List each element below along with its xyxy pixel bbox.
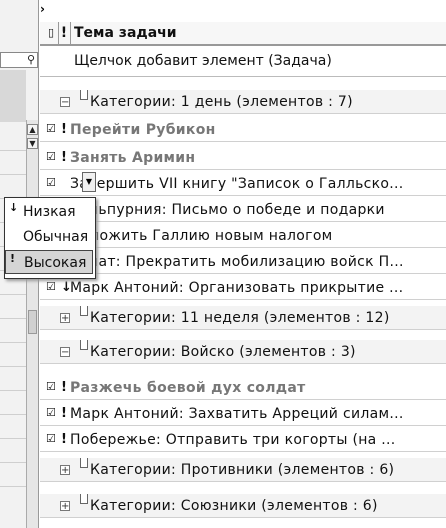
task-subject: Кальпурния: Письмо о победе и подарки: [70, 202, 385, 218]
task-icon: ☑: [46, 122, 57, 135]
importance-option-label: Высокая: [24, 255, 87, 271]
low-importance-icon: ↓: [9, 201, 19, 214]
task-row[interactable]: ☑ ↓ Марк Антоний: Организовать прикрытие .…: [40, 276, 446, 300]
importance-icon[interactable]: !: [61, 428, 67, 451]
column-header-type[interactable]: ▯: [44, 22, 59, 44]
importance-option-label: Низкая: [23, 204, 76, 220]
task-icon: ☑: [46, 380, 57, 393]
task-row[interactable]: ☑! Перейти Рубикон: [40, 118, 446, 142]
task-icon: ☑: [46, 280, 57, 293]
importance-option-normal[interactable]: Обычная: [5, 225, 93, 249]
document-icon: [80, 340, 88, 350]
task-row[interactable]: ☑! Разжечь боевой дух солдат: [40, 376, 446, 400]
expand-icon[interactable]: +: [60, 313, 70, 324]
category-group-label: Категории: 1 день (элементов : 7): [90, 94, 353, 110]
document-icon: [80, 458, 88, 468]
category-group-row[interactable]: − Категории: Войско (элементов : 3): [40, 340, 446, 364]
folder-pane-selection: [0, 70, 26, 122]
scroll-down-button[interactable]: ▼: [27, 138, 38, 149]
task-row[interactable]: ☑! Марк Антоний: Захватить Арреций силам.…: [40, 402, 446, 426]
document-icon: [80, 306, 88, 316]
category-group-label: Категории: Союзники (элементов : 6): [90, 498, 378, 514]
task-subject: Сенат: Прекратить мобилизацию войск П...: [70, 254, 404, 270]
category-group-label: Категории: Противники (элементов : 6): [90, 462, 395, 478]
importance-option-label: Обычная: [23, 229, 89, 245]
task-row[interactable]: ☑Кальпурния: Письмо о победе и подарки: [40, 198, 446, 222]
category-group-row[interactable]: + Категории: 11 неделя (элементов : 12): [40, 306, 446, 330]
chevron-icon[interactable]: ›: [40, 2, 45, 16]
scroll-thumb[interactable]: [28, 310, 37, 334]
new-task-row[interactable]: Щелчок добавит элемент (Задача): [40, 46, 446, 77]
scroll-up-button[interactable]: ▲: [27, 124, 38, 135]
task-subject: Побережье: Отправить три когорты (на ...: [70, 432, 396, 448]
folder-pane-scrollbar[interactable]: ▲ ▼: [26, 120, 38, 528]
task-row[interactable]: ☑Сенат: Прекратить мобилизацию войск П..…: [40, 250, 446, 274]
column-header-subject[interactable]: Тема задачи: [74, 22, 177, 44]
task-subject: Перейти Рубикон: [70, 122, 216, 138]
column-header-row: ▯ ! Тема задачи: [40, 22, 446, 46]
task-row[interactable]: ☑! Занять Аримин: [40, 146, 446, 170]
document-icon: [80, 494, 88, 504]
task-row[interactable]: ☑ Завершить VII книгу "Записок о Галльско…: [40, 172, 446, 196]
new-task-placeholder[interactable]: Щелчок добавит элемент (Задача): [74, 46, 332, 76]
task-subject: Обложить Галлию новым налогом: [70, 228, 333, 244]
high-importance-icon: !: [10, 252, 16, 265]
importance-icon[interactable]: !: [61, 376, 67, 399]
category-group-row[interactable]: + Категории: Союзники (элементов : 6): [40, 494, 446, 518]
task-row[interactable]: ☑Обложить Галлию новым налогом: [40, 224, 446, 248]
importance-dropdown: ↓ Низкая Обычная ! Высокая: [4, 197, 96, 279]
category-group-row[interactable]: − Категории: 1 день (элементов : 7): [40, 90, 446, 114]
task-icon: ☑: [46, 150, 57, 163]
task-subject: Завершить VII книгу "Записок о Галльско.…: [70, 176, 404, 192]
document-icon: [80, 90, 88, 100]
category-group-label: Категории: 11 неделя (элементов : 12): [90, 310, 390, 326]
task-subject: Разжечь боевой дух солдат: [70, 380, 306, 396]
importance-icon[interactable]: !: [61, 402, 67, 425]
category-group-row[interactable]: + Категории: Противники (элементов : 6): [40, 458, 446, 482]
task-subject: Марк Антоний: Захватить Арреций силам...: [70, 406, 404, 422]
task-row[interactable]: ☑! Побережье: Отправить три когорты (на .…: [40, 428, 446, 452]
importance-dropdown-arrow[interactable]: ▼: [82, 172, 96, 192]
task-subject: Занять Аримин: [70, 150, 196, 166]
collapse-icon[interactable]: −: [60, 97, 70, 108]
magnifier-icon[interactable]: ⚲: [27, 53, 35, 67]
category-group-label: Категории: Войско (элементов : 3): [90, 344, 356, 360]
importance-icon[interactable]: !: [61, 118, 67, 141]
task-icon: ☑: [46, 176, 57, 189]
importance-option-high[interactable]: ! Высокая: [5, 250, 93, 274]
task-icon: ☑: [46, 432, 57, 445]
task-list: › ▯ ! Тема задачи Щелчок добавит элемент…: [40, 0, 446, 528]
importance-icon[interactable]: !: [61, 146, 67, 169]
collapse-icon[interactable]: −: [60, 347, 70, 358]
search-box[interactable]: ⚲: [0, 52, 38, 68]
task-subject: Марк Антоний: Организовать прикрытие ...: [70, 280, 404, 296]
column-header-importance[interactable]: !: [58, 22, 71, 44]
expand-icon[interactable]: +: [60, 465, 70, 476]
importance-option-low[interactable]: ↓ Низкая: [5, 200, 93, 224]
task-icon: ☑: [46, 406, 57, 419]
expand-icon[interactable]: +: [60, 501, 70, 512]
